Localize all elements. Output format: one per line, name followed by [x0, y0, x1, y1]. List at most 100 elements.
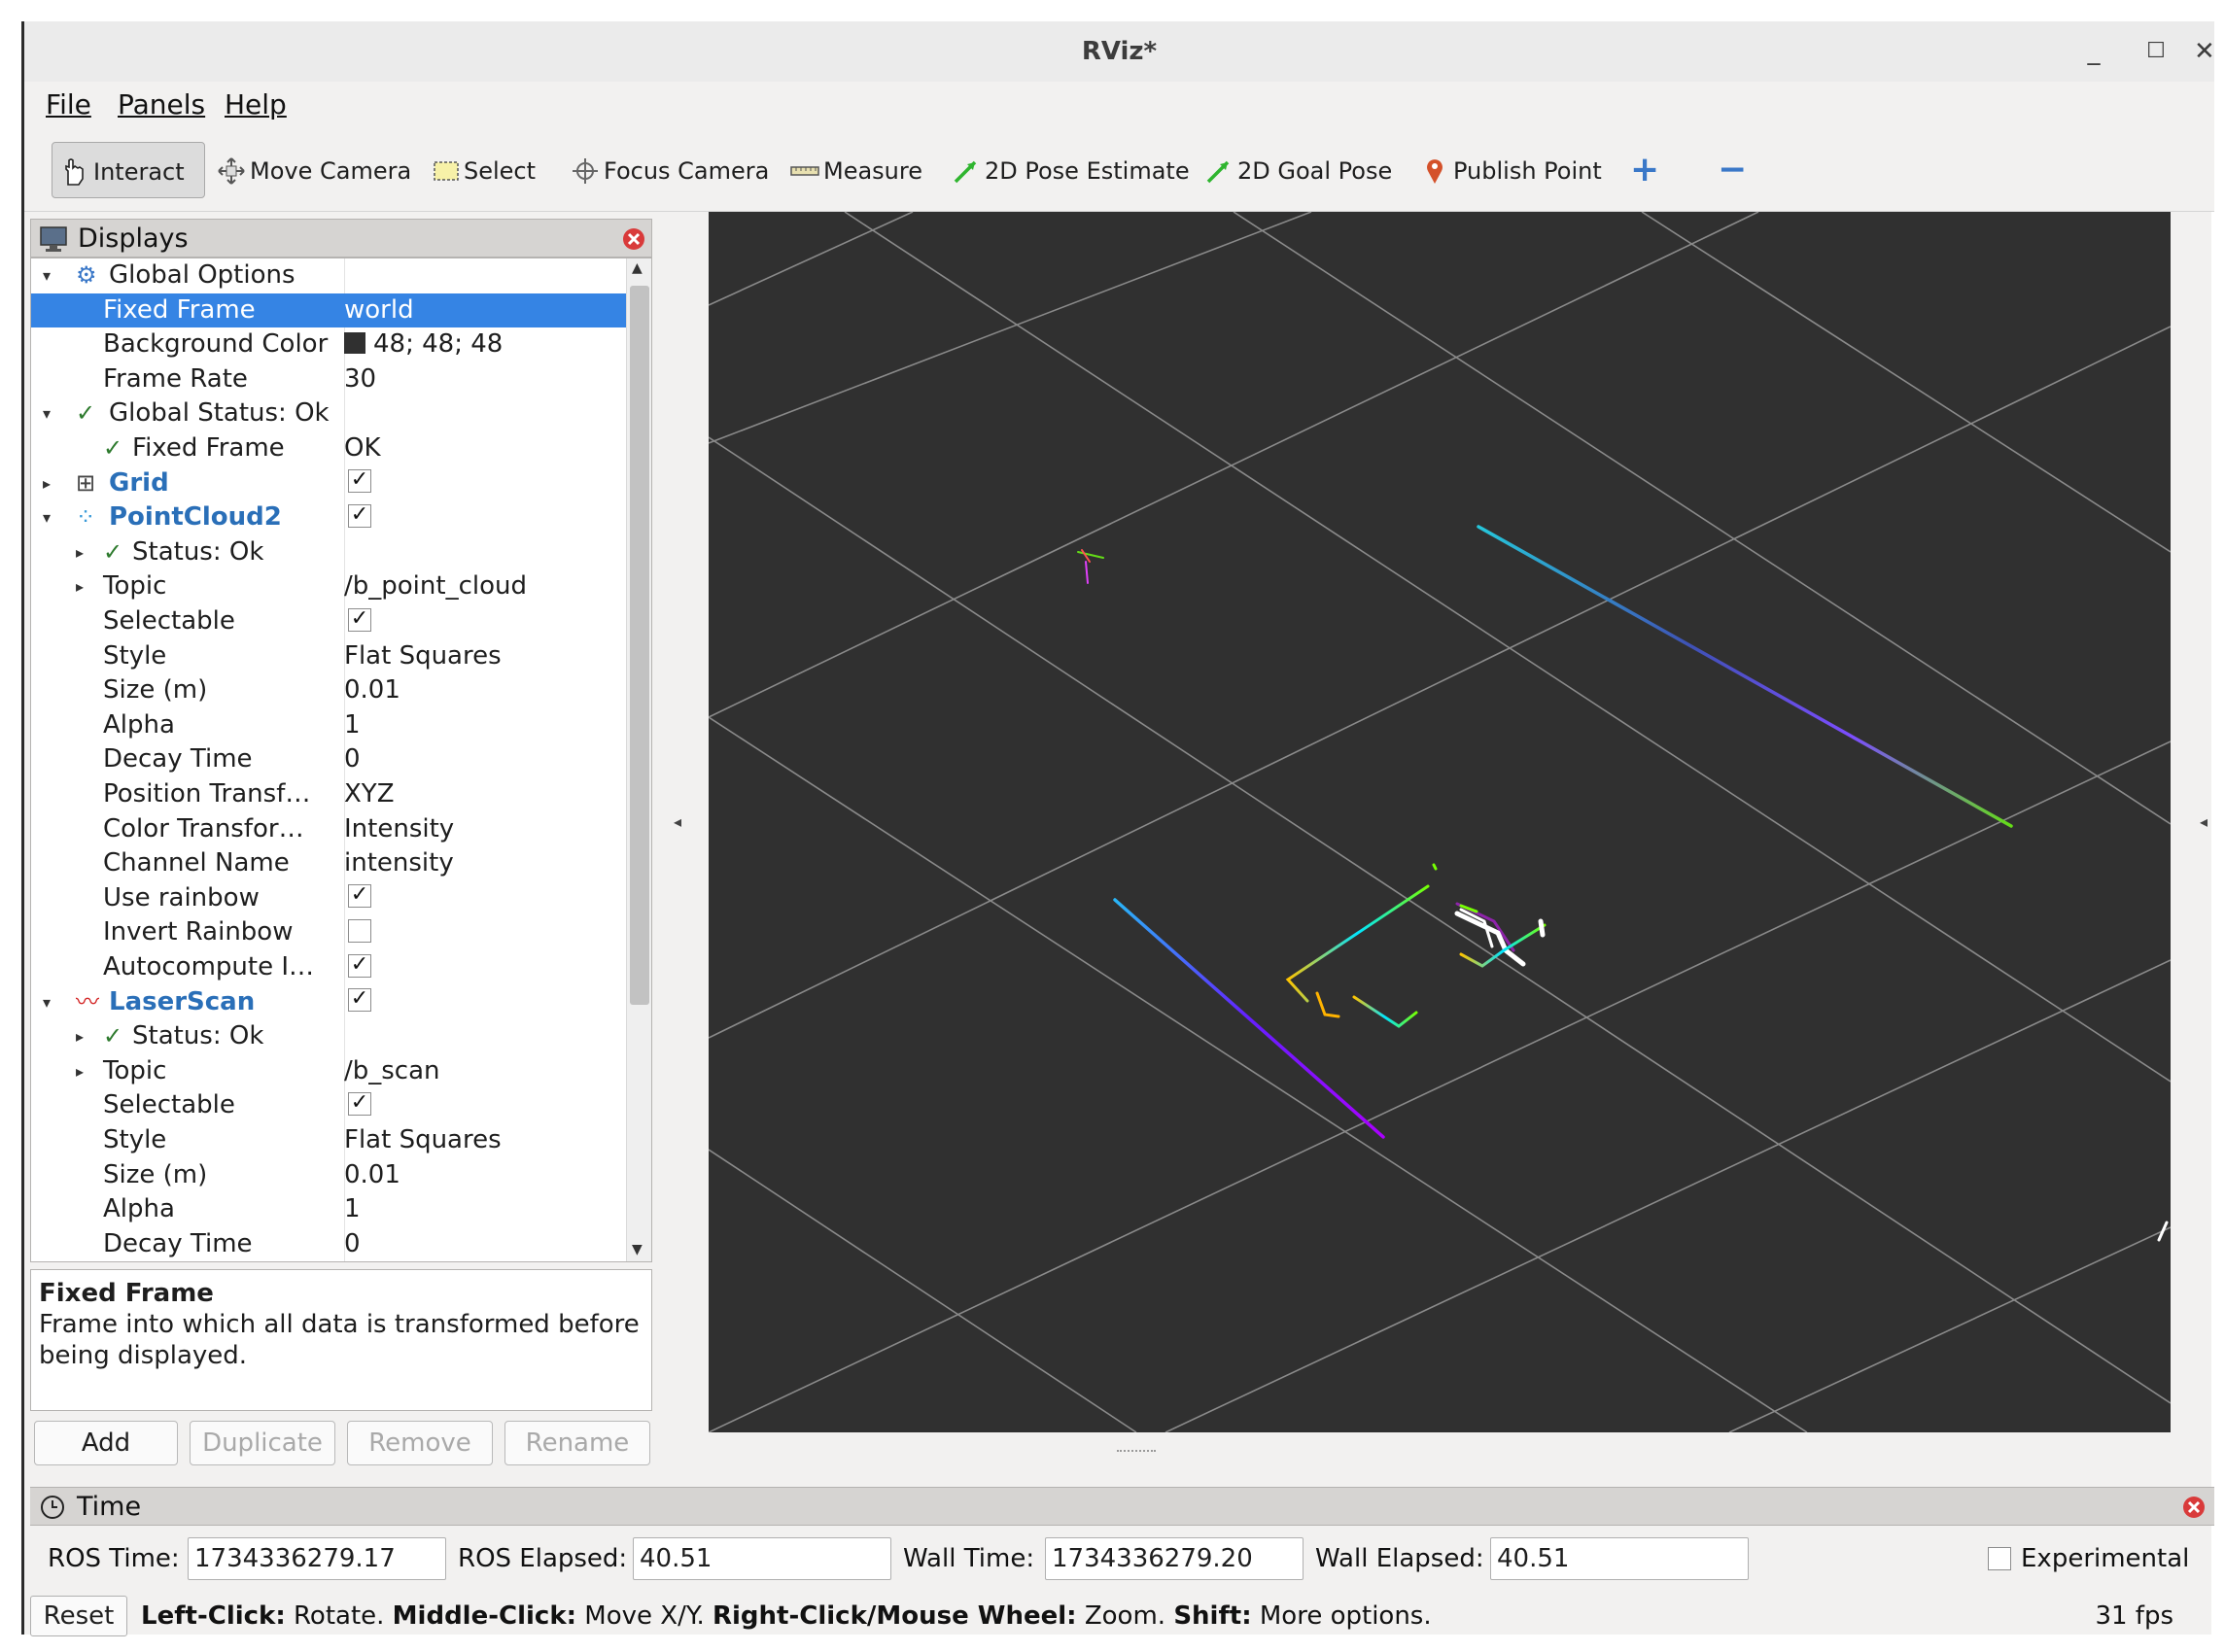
display-row[interactable]: Style Flat Squares: [31, 639, 626, 674]
render-viewport[interactable]: [708, 211, 2172, 1433]
goal-pose-tool[interactable]: 2D Goal Pose: [1197, 142, 1392, 198]
minimize-button[interactable]: _: [2069, 27, 2118, 76]
property-value[interactable]: 0: [344, 1227, 361, 1261]
menu-help[interactable]: Help: [225, 82, 287, 128]
property-value[interactable]: 0.01: [344, 1158, 400, 1193]
property-value[interactable]: Intensity: [344, 812, 454, 847]
collapse-arrow-icon[interactable]: ▸: [76, 1019, 84, 1054]
duplicate-display-button[interactable]: Duplicate: [190, 1421, 335, 1465]
property-checkbox[interactable]: ✓: [348, 881, 371, 916]
measure-tool[interactable]: Measure: [782, 142, 928, 198]
menu-panels[interactable]: Panels: [118, 82, 205, 128]
reset-button[interactable]: Reset: [30, 1596, 127, 1636]
display-row[interactable]: Background Color 48; 48; 48: [31, 327, 626, 362]
close-panel-icon[interactable]: [2182, 1496, 2206, 1519]
interact-tool[interactable]: Interact: [52, 142, 205, 198]
display-row[interactable]: ▸ ⊞ Grid ✓: [31, 466, 626, 501]
display-row[interactable]: Decay Time 0: [31, 742, 626, 777]
display-row[interactable]: Invert Rainbow: [31, 915, 626, 950]
expand-arrow-icon[interactable]: ▾: [43, 500, 51, 535]
collapse-right-arrow-icon[interactable]: ◂: [2200, 812, 2208, 831]
ros-time-field[interactable]: 1734336279.17: [188, 1537, 446, 1580]
display-row[interactable]: ▸ Topic/b_point_cloud: [31, 569, 626, 604]
display-row[interactable]: Size (m) 0.01: [31, 1158, 626, 1193]
display-row[interactable]: Selectable ✓: [31, 1088, 626, 1123]
checkbox[interactable]: ✓: [348, 953, 371, 978]
display-row[interactable]: Autocompute I… ✓: [31, 950, 626, 985]
property-checkbox[interactable]: [348, 915, 371, 950]
move-camera-tool[interactable]: Move Camera: [209, 142, 411, 198]
display-row[interactable]: Style Flat Squares: [31, 1123, 626, 1158]
collapse-left-arrow-icon[interactable]: ◂: [674, 812, 681, 831]
select-tool[interactable]: Select: [423, 142, 536, 198]
display-row[interactable]: Frame Rate 30: [31, 362, 626, 397]
property-value[interactable]: Flat Squares: [344, 1123, 502, 1158]
checkbox[interactable]: ✓: [348, 884, 371, 909]
focus-camera-tool[interactable]: Focus Camera: [563, 142, 769, 198]
display-row[interactable]: ▸ ✓ Status: Ok: [31, 1019, 626, 1054]
display-row[interactable]: ▾ ⚙ Global Options: [31, 258, 626, 293]
display-row[interactable]: Alpha 1: [31, 1192, 626, 1227]
property-value[interactable]: OK: [344, 431, 381, 466]
expand-arrow-icon[interactable]: ▾: [43, 396, 51, 431]
collapse-arrow-icon[interactable]: ▸: [43, 466, 51, 501]
wall-time-field[interactable]: 1734336279.20: [1045, 1537, 1304, 1580]
color-swatch[interactable]: [344, 331, 365, 354]
expand-arrow-icon[interactable]: ▾: [43, 258, 51, 293]
property-value[interactable]: 0: [344, 742, 361, 777]
display-row[interactable]: ▸ ✓ Status: Ok: [31, 535, 626, 570]
remove-display-button[interactable]: Remove: [347, 1421, 493, 1465]
checkbox[interactable]: ✓: [348, 503, 371, 528]
ros-elapsed-field[interactable]: 40.51: [633, 1537, 891, 1580]
property-checkbox[interactable]: ✓: [348, 604, 371, 639]
display-row[interactable]: Alpha 1: [31, 708, 626, 743]
menu-file[interactable]: File: [46, 82, 91, 128]
add-display-button[interactable]: Add: [34, 1421, 178, 1465]
collapse-arrow-icon[interactable]: ▸: [76, 535, 84, 570]
collapse-arrow-icon[interactable]: ▸: [76, 1054, 84, 1089]
checkbox[interactable]: [348, 918, 371, 943]
display-row[interactable]: ▾ 〰 LaserScan ✓: [31, 985, 626, 1020]
property-value[interactable]: /b_scan: [344, 1054, 440, 1089]
property-value[interactable]: /b_point_cloud: [344, 569, 527, 604]
display-row[interactable]: ▾ ⁘ PointCloud2 ✓: [31, 500, 626, 535]
display-row[interactable]: Decay Time 0: [31, 1227, 626, 1261]
property-color-value[interactable]: 48; 48; 48: [344, 327, 503, 362]
wall-elapsed-field[interactable]: 40.51: [1490, 1537, 1749, 1580]
property-value[interactable]: 1: [344, 1192, 361, 1227]
checkbox[interactable]: ✓: [348, 1091, 371, 1116]
pose-estimate-tool[interactable]: 2D Pose Estimate: [944, 142, 1190, 198]
scroll-up-arrow-icon[interactable]: ▲: [632, 260, 643, 276]
property-checkbox[interactable]: ✓: [348, 985, 371, 1020]
display-row[interactable]: Size (m) 0.01: [31, 673, 626, 708]
property-value[interactable]: Flat Squares: [344, 639, 502, 674]
displays-tree[interactable]: ▾ ⚙ Global Options Fixed Frame world Backgrou…: [30, 258, 652, 1262]
display-row[interactable]: Channel Name intensity: [31, 846, 626, 881]
add-tool-button[interactable]: +: [1624, 142, 1673, 198]
scroll-down-arrow-icon[interactable]: ▼: [632, 1242, 643, 1257]
rename-display-button[interactable]: Rename: [504, 1421, 650, 1465]
property-value[interactable]: world: [344, 293, 414, 328]
checkbox[interactable]: ✓: [348, 988, 371, 1013]
checkbox[interactable]: ✓: [348, 469, 371, 494]
property-value[interactable]: 0.01: [344, 673, 400, 708]
collapse-arrow-icon[interactable]: ▸: [76, 569, 84, 604]
property-value[interactable]: 1: [344, 708, 361, 743]
property-value[interactable]: XYZ: [344, 777, 395, 812]
publish-point-tool[interactable]: Publish Point: [1412, 142, 1607, 198]
displays-scrollbar[interactable]: ▲ ▼: [626, 258, 651, 1261]
property-checkbox[interactable]: ✓: [348, 466, 371, 501]
splitter-handle[interactable]: [1117, 1450, 1156, 1454]
remove-tool-button[interactable]: −: [1712, 142, 1760, 198]
experimental-checkbox[interactable]: [1988, 1547, 2011, 1570]
display-row[interactable]: Use rainbow ✓: [31, 881, 626, 916]
display-row[interactable]: Fixed Frame world: [31, 293, 626, 328]
property-value[interactable]: 30: [344, 362, 376, 397]
display-row[interactable]: Color Transfor… Intensity: [31, 812, 626, 847]
scrollbar-thumb[interactable]: [630, 286, 649, 1005]
display-row[interactable]: ▾ ✓ Global Status: Ok: [31, 396, 626, 431]
display-row[interactable]: ✓ Fixed Frame OK: [31, 431, 626, 466]
display-row[interactable]: Selectable ✓: [31, 604, 626, 639]
property-checkbox[interactable]: ✓: [348, 1088, 371, 1123]
maximize-button[interactable]: ☐: [2132, 27, 2180, 76]
